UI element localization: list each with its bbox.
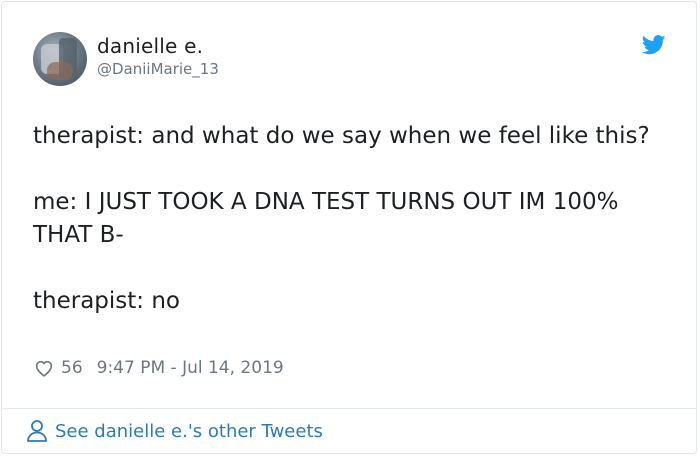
divider	[2, 408, 696, 409]
other-tweets-link[interactable]: See danielle e.'s other Tweets	[26, 419, 323, 443]
author-handle[interactable]: @DaniiMarie_13	[97, 60, 219, 78]
tweet-text: therapist: and what do we say when we fe…	[33, 120, 663, 351]
tweet-meta: 56 9:47 PM - Jul 14, 2019	[33, 357, 284, 379]
heart-icon[interactable]	[33, 357, 55, 379]
tweet-card: danielle e. @DaniiMarie_13 therapist: an…	[1, 1, 697, 454]
tweet-timestamp[interactable]: 9:47 PM - Jul 14, 2019	[97, 358, 284, 378]
twitter-bird-icon[interactable]	[642, 35, 666, 55]
author-name[interactable]: danielle e.	[97, 34, 203, 58]
like-count[interactable]: 56	[61, 358, 83, 378]
tweet-paragraph: me: I JUST TOOK A DNA TEST TURNS OUT IM …	[33, 189, 619, 248]
tweet-paragraph: therapist: no	[33, 288, 180, 314]
tweet-header: danielle e. @DaniiMarie_13	[33, 32, 676, 92]
other-tweets-label: See danielle e.'s other Tweets	[55, 420, 323, 442]
user-icon	[27, 420, 47, 442]
tweet-paragraph: therapist: and what do we say when we fe…	[33, 123, 650, 149]
avatar[interactable]	[33, 32, 87, 86]
